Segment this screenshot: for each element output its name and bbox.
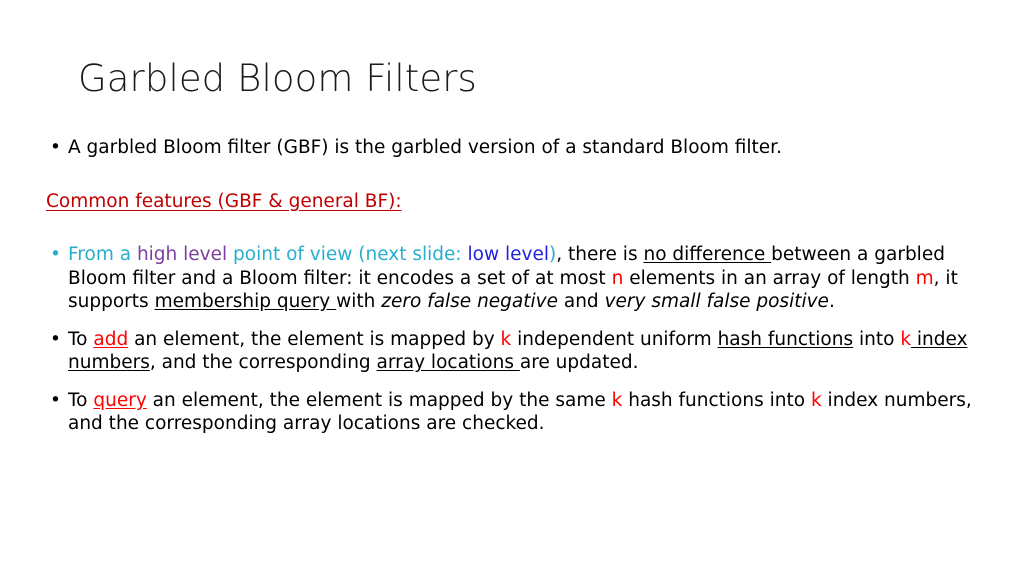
text-period: . xyxy=(828,291,835,312)
slide: Garbled Bloom Filters • A garbled Bloom … xyxy=(0,0,1024,576)
text-to: To xyxy=(68,389,94,411)
slide-body: • A garbled Bloom filter (GBF) is the ga… xyxy=(46,136,994,436)
text-independent-uniform: independent uniform xyxy=(511,328,718,350)
bullet-add: • To add an element, the element is mappe… xyxy=(46,328,994,375)
text-there-is: , there is xyxy=(556,244,644,265)
bullet-point-of-view: • From a high level point of view (next s… xyxy=(46,243,994,314)
text-membership-query: membership query xyxy=(154,291,337,312)
text-no-difference: no difference xyxy=(643,244,772,265)
spacer-after-intro xyxy=(46,160,994,190)
text-into: into xyxy=(853,328,901,350)
spacer-after-heading xyxy=(46,213,994,243)
text-and: and xyxy=(557,291,605,312)
text-with: with xyxy=(336,291,382,312)
text-to: To xyxy=(68,328,94,350)
text-low-level: low level xyxy=(467,244,549,265)
bullet-marker: • xyxy=(50,244,61,265)
text-from-a: From a xyxy=(68,244,137,265)
intro-bullet: • A garbled Bloom filter (GBF) is the ga… xyxy=(46,136,994,160)
intro-bullet-text: A garbled Bloom filter (GBF) is the garb… xyxy=(68,137,782,158)
text-an-element-mapped: an element, the element is mapped by xyxy=(128,328,501,350)
text-zero-false-negative: zero false negative xyxy=(381,291,558,312)
text-high-level: high level xyxy=(136,244,228,265)
text-k-symbol-2: k xyxy=(900,328,912,350)
spacer-after-add-bullet xyxy=(46,375,994,389)
spacer-after-view-bullet xyxy=(46,314,994,328)
text-n-symbol: n xyxy=(611,267,624,289)
text-hash-functions: hash functions xyxy=(717,328,854,350)
text-k-symbol-1: k xyxy=(500,328,512,350)
bullet-marker: • xyxy=(50,137,61,158)
text-an-element-mapped: an element, the element is mapped by the… xyxy=(146,389,612,411)
text-query-keyword: query xyxy=(93,389,147,411)
section-heading-row: Common features (GBF & general BF): xyxy=(46,190,994,214)
text-array-locations: array locations xyxy=(376,352,520,373)
section-heading: Common features (GBF & general BF): xyxy=(46,190,402,212)
text-add-keyword: add xyxy=(93,328,129,350)
text-are-updated: are updated. xyxy=(519,352,639,373)
text-k-symbol-2: k xyxy=(810,389,822,411)
bullet-marker: • xyxy=(50,328,61,350)
page-title: Garbled Bloom Filters xyxy=(78,57,477,100)
text-hash-functions-into: hash functions into xyxy=(622,389,811,411)
text-and-corresponding: , and the corresponding xyxy=(149,352,377,373)
text-k-symbol-1: k xyxy=(611,389,623,411)
text-very-small-false-positive: very small false positive xyxy=(604,291,829,312)
text-point-of-view: point of view (next slide: xyxy=(227,244,468,265)
text-elements-array: elements in an array of length xyxy=(623,267,916,289)
bullet-marker: • xyxy=(50,389,61,411)
bullet-query: • To query an element, the element is map… xyxy=(46,389,994,436)
text-m-symbol: m xyxy=(915,267,934,289)
